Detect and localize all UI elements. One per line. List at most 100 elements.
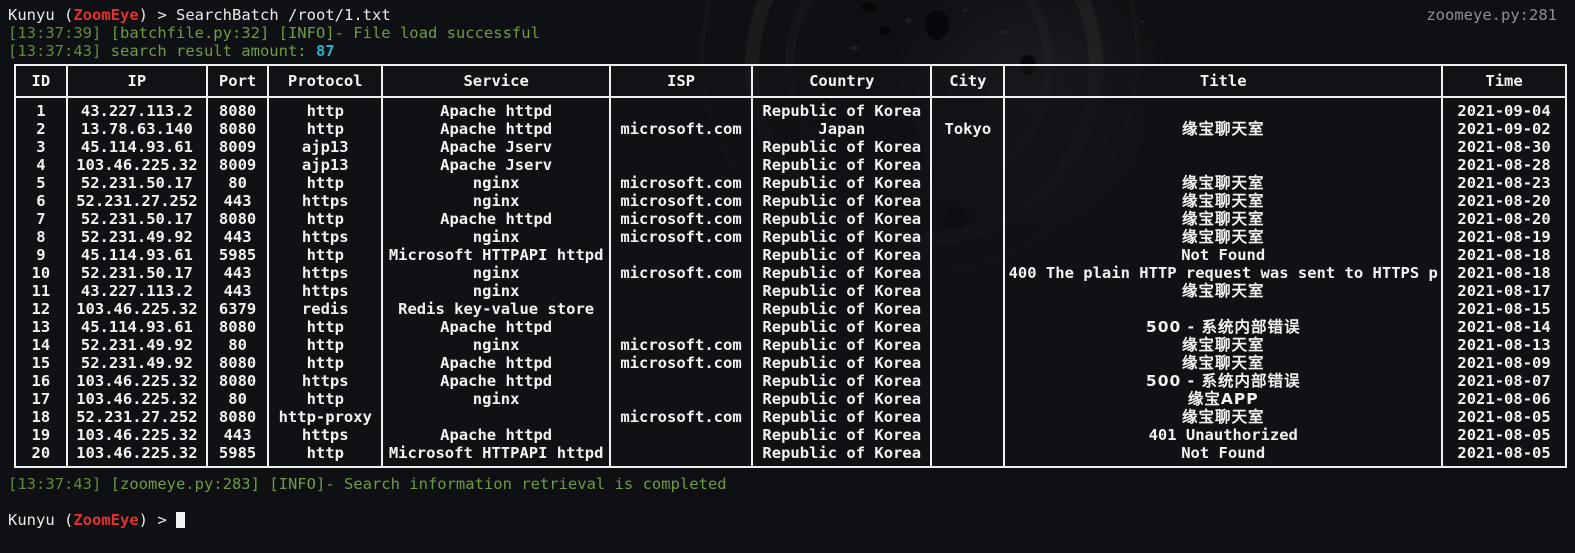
cell-title: 缘宝聊天室	[1003, 336, 1444, 354]
cell-isp	[608, 246, 754, 264]
cell-country: Republic of Korea	[751, 210, 933, 228]
prompt-paren-close: )	[138, 511, 158, 529]
column-header-port: Port	[206, 64, 270, 98]
cell-title: Not Found	[1003, 444, 1444, 467]
prompt-paren-open: (	[54, 6, 74, 24]
cell-time: 2021-08-13	[1441, 336, 1567, 354]
column-header-time: Time	[1441, 64, 1567, 98]
cell-city: Tokyo	[930, 120, 1006, 138]
cell-city	[930, 354, 1006, 372]
cell-country: Republic of Korea	[751, 336, 933, 354]
cell-protocol: http	[267, 97, 384, 120]
table-body: 1 43.227.113.2 8080 http Apache httpd Republi…	[14, 97, 1567, 467]
cell-service: Apache httpd	[381, 426, 611, 444]
cell-city	[930, 318, 1006, 336]
prompt-arrow: >	[157, 6, 177, 24]
cell-isp: microsoft.com	[608, 336, 754, 354]
cell-city	[930, 97, 1006, 120]
cell-title: Not Found	[1003, 246, 1444, 264]
cell-service: nginx	[381, 192, 611, 210]
cell-country: Republic of Korea	[751, 426, 933, 444]
cell-country: Republic of Korea	[751, 228, 933, 246]
cell-protocol: https	[267, 372, 384, 390]
cell-time: 2021-08-14	[1441, 318, 1567, 336]
cell-title: 缘宝聊天室	[1003, 408, 1444, 426]
cell-id: 16	[14, 372, 68, 390]
cell-ip: 52.231.50.17	[65, 264, 209, 282]
table-row: 1 43.227.113.2 8080 http Apache httpd Republi…	[14, 97, 1567, 120]
cell-isp	[608, 444, 754, 467]
cell-city	[930, 408, 1006, 426]
cell-city	[930, 444, 1006, 467]
cell-title	[1003, 156, 1444, 174]
cell-city	[930, 246, 1006, 264]
cell-ip: 43.227.113.2	[65, 282, 209, 300]
cell-protocol: https	[267, 228, 384, 246]
cell-service: nginx	[381, 264, 611, 282]
cell-time: 2021-08-20	[1441, 210, 1567, 228]
source-reference: zoomeye.py:281	[1426, 6, 1557, 24]
cell-port: 8009	[206, 138, 270, 156]
cell-isp: microsoft.com	[608, 264, 754, 282]
cell-country: Republic of Korea	[751, 97, 933, 120]
cell-time: 2021-09-02	[1441, 120, 1567, 138]
cell-id: 13	[14, 318, 68, 336]
table-row: 2 13.78.63.140 8080 http Apache httpd microso…	[14, 120, 1567, 138]
cell-city	[930, 336, 1006, 354]
cell-ip: 45.114.93.61	[65, 318, 209, 336]
table-row: 3 45.114.93.61 8009 ajp13 Apache Jserv Republ…	[14, 138, 1567, 156]
cell-country: Republic of Korea	[751, 246, 933, 264]
prompt-paren-close: )	[138, 6, 158, 24]
cell-isp: microsoft.com	[608, 120, 754, 138]
cell-id: 15	[14, 354, 68, 372]
terminal-top-area: Kunyu (ZoomEye) > SearchBatch /root/1.tx…	[8, 6, 1567, 60]
cell-ip: 103.46.225.32	[65, 390, 209, 408]
cell-id: 10	[14, 264, 68, 282]
cell-time: 2021-08-30	[1441, 138, 1567, 156]
cell-city	[930, 156, 1006, 174]
cell-country: Republic of Korea	[751, 264, 933, 282]
cell-isp	[608, 300, 754, 318]
cell-service: Apache httpd	[381, 120, 611, 138]
cell-id: 17	[14, 390, 68, 408]
cell-country: Republic of Korea	[751, 354, 933, 372]
cell-protocol: ajp13	[267, 138, 384, 156]
cell-isp: microsoft.com	[608, 354, 754, 372]
cell-service: nginx	[381, 282, 611, 300]
cell-service: Apache httpd	[381, 210, 611, 228]
cell-id: 6	[14, 192, 68, 210]
cell-country: Republic of Korea	[751, 372, 933, 390]
cell-port: 443	[206, 228, 270, 246]
cell-service: Microsoft HTTPAPI httpd	[381, 444, 611, 467]
terminal-window[interactable]: Kunyu (ZoomEye) > SearchBatch /root/1.tx…	[0, 0, 1575, 553]
cell-isp	[608, 282, 754, 300]
cell-ip: 52.231.50.17	[65, 210, 209, 228]
table-row: 13 45.114.93.61 8080 http Apache httpd Republ…	[14, 318, 1567, 336]
cell-ip: 52.231.49.92	[65, 228, 209, 246]
cell-city	[930, 282, 1006, 300]
cell-protocol: https	[267, 426, 384, 444]
cell-title: 缘宝APP	[1003, 390, 1444, 408]
cell-title: 500 - 系统内部错误	[1003, 372, 1444, 390]
cell-id: 8	[14, 228, 68, 246]
log-message: search result amount:	[101, 42, 316, 60]
cell-protocol: https	[267, 264, 384, 282]
cell-city	[930, 300, 1006, 318]
cell-city	[930, 192, 1006, 210]
cell-service	[381, 408, 611, 426]
cell-country: Republic of Korea	[751, 318, 933, 336]
cell-ip: 103.46.225.32	[65, 156, 209, 174]
cell-id: 18	[14, 408, 68, 426]
text-cursor[interactable]	[176, 512, 186, 528]
prompt-line-active[interactable]: Kunyu (ZoomEye) >	[8, 511, 1567, 529]
cell-time: 2021-08-06	[1441, 390, 1567, 408]
cell-ip: 103.46.225.32	[65, 426, 209, 444]
log-timestamp: [13:37:43]	[8, 475, 102, 493]
log-message: [zoomeye.py:283] [INFO]- Search informat…	[101, 475, 727, 493]
cell-title: 缘宝聊天室	[1003, 210, 1444, 228]
column-header-country: Country	[751, 64, 933, 98]
cell-ip: 52.231.27.252	[65, 192, 209, 210]
cell-time: 2021-08-28	[1441, 156, 1567, 174]
cell-isp: microsoft.com	[608, 174, 754, 192]
